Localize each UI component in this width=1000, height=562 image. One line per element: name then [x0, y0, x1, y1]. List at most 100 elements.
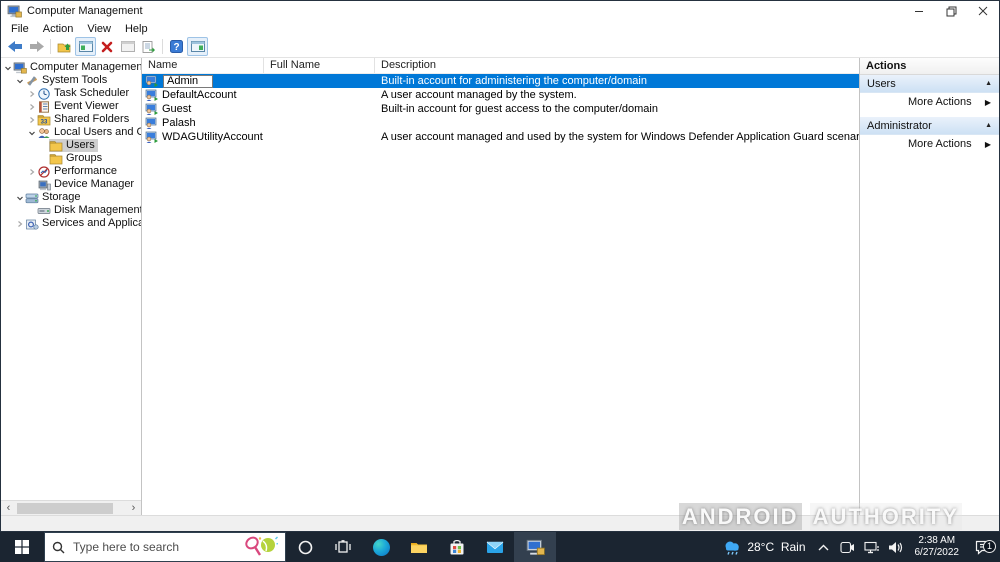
window-title: Computer Management	[27, 5, 143, 17]
tree-item-services-and-applications[interactable]: Services and Applications	[1, 217, 141, 230]
tree-item-performance[interactable]: Performance	[1, 165, 141, 178]
submenu-arrow-icon: ▶	[984, 97, 991, 107]
cortana-icon	[298, 540, 312, 554]
event-viewer-icon	[39, 100, 49, 113]
services-icon	[26, 219, 39, 230]
tree-item-local-users-and-groups[interactable]: Local Users and Groups	[1, 126, 141, 139]
tree-horizontal-scrollbar[interactable]: ‹ ›	[1, 500, 141, 515]
scroll-right-arrow[interactable]: ›	[126, 502, 141, 515]
window-controls	[903, 1, 999, 21]
cell-name: DefaultAccount	[162, 89, 237, 101]
collapse-arrow-icon[interactable]: ▲	[985, 122, 992, 129]
user-account-icon	[145, 131, 158, 143]
tree-item-computer-management[interactable]: Computer Management (Local)	[1, 61, 141, 74]
up-one-level-button[interactable]	[54, 37, 75, 56]
delete-button[interactable]	[96, 37, 117, 56]
properties-button[interactable]	[117, 37, 138, 56]
more-actions-administrator[interactable]: More Actions ▶	[860, 135, 999, 153]
menu-help[interactable]: Help	[118, 23, 155, 35]
task-view-button[interactable]	[324, 532, 362, 562]
tree-item-system-tools[interactable]: System Tools	[1, 74, 141, 87]
show-hidden-icons-button[interactable]	[812, 544, 836, 551]
menu-bar: File Action View Help	[1, 21, 999, 36]
taskbar-clock[interactable]: 2:38 AM 6/27/2022	[908, 535, 967, 559]
tree-item-task-scheduler[interactable]: Task Scheduler	[1, 87, 141, 100]
scroll-left-arrow[interactable]: ‹	[1, 502, 16, 515]
tree-item-device-manager[interactable]: Device Manager	[1, 178, 141, 191]
user-row-admin[interactable]: Admin Built-in account for administering…	[142, 74, 859, 88]
tree-item-shared-folders[interactable]: 33 Shared Folders	[1, 113, 141, 126]
user-row-palash[interactable]: Palash	[142, 116, 859, 130]
user-row-wdagutilityaccount[interactable]: WDAGUtilityAccount A user account manage…	[142, 130, 859, 144]
actions-section-administrator[interactable]: Administrator ▲	[860, 117, 999, 135]
rename-edit-box[interactable]: Admin	[163, 74, 214, 88]
mail-button[interactable]	[476, 532, 514, 562]
tree-item-disk-management[interactable]: Disk Management	[1, 204, 141, 217]
scrollbar-thumb[interactable]	[17, 502, 113, 514]
export-list-button[interactable]	[138, 37, 159, 56]
user-account-icon	[145, 117, 157, 129]
clock-time: 2:38 AM	[918, 535, 956, 546]
show-action-pane-button[interactable]	[187, 37, 208, 56]
user-row-defaultaccount[interactable]: DefaultAccount A user account managed by…	[142, 88, 859, 102]
cell-description: Built-in account for administering the c…	[381, 75, 647, 87]
screen: Computer Management File Action View Hel…	[0, 0, 1000, 562]
action-center-button[interactable]: 1	[966, 539, 1000, 555]
restore-button[interactable]	[935, 1, 967, 21]
folder-icon	[49, 140, 63, 151]
menu-file[interactable]: File	[4, 23, 36, 35]
cell-description: A user account managed by the system.	[381, 89, 577, 101]
column-header-description[interactable]: Description	[375, 58, 859, 73]
microsoft-store-button[interactable]	[438, 532, 476, 562]
cortana-button[interactable]	[286, 532, 324, 562]
folder-icon	[49, 153, 63, 164]
cell-description: A user account managed and used by the s…	[381, 131, 859, 143]
edge-button[interactable]	[362, 532, 400, 562]
forward-button[interactable]	[26, 37, 47, 56]
title-bar[interactable]: Computer Management	[1, 1, 999, 21]
computer-icon	[13, 62, 27, 73]
collapse-arrow-icon[interactable]: ▲	[985, 80, 992, 87]
network-icon[interactable]	[860, 541, 884, 554]
weather-status[interactable]: 28°C Rain	[747, 540, 805, 554]
task-view-icon	[335, 540, 351, 553]
notification-badge: 1	[983, 539, 996, 553]
help-button[interactable]: ?	[166, 37, 187, 56]
back-button[interactable]	[5, 37, 26, 56]
search-icon	[52, 541, 65, 553]
edge-icon	[372, 538, 390, 556]
task-scheduler-icon	[38, 87, 50, 100]
more-actions-users[interactable]: More Actions ▶	[860, 93, 999, 111]
toolbar-separator	[162, 39, 163, 54]
mail-icon	[486, 541, 504, 553]
search-doodle-icon[interactable]	[242, 536, 278, 558]
svg-text:?: ?	[173, 42, 179, 53]
taskbar-search[interactable]: Type here to search	[44, 532, 286, 562]
computer-management-taskbar-button[interactable]	[514, 532, 556, 562]
clock-date: 6/27/2022	[914, 547, 960, 558]
close-button[interactable]	[967, 1, 999, 21]
start-button[interactable]	[0, 532, 44, 562]
actions-section-users[interactable]: Users ▲	[860, 75, 999, 93]
meet-now-icon[interactable]	[836, 541, 860, 554]
computer-management-icon	[7, 5, 22, 17]
actions-pane-title: Actions	[860, 58, 999, 75]
tree-item-users[interactable]: Users	[1, 139, 141, 152]
cell-name: Palash	[162, 117, 196, 129]
tree-item-storage[interactable]: Storage	[1, 191, 141, 204]
tree-item-event-viewer[interactable]: Event Viewer	[1, 100, 141, 113]
menu-action[interactable]: Action	[36, 23, 81, 35]
show-console-tree-button[interactable]	[75, 37, 96, 56]
tree-item-groups[interactable]: Groups	[1, 152, 141, 165]
local-users-groups-icon	[38, 127, 50, 138]
menu-view[interactable]: View	[80, 23, 118, 35]
file-explorer-button[interactable]	[400, 532, 438, 562]
user-account-icon	[145, 89, 158, 101]
column-header-name[interactable]: Name	[142, 58, 264, 73]
weather-icon[interactable]	[722, 539, 742, 555]
minimize-button[interactable]	[903, 1, 935, 21]
toolbar-separator	[50, 39, 51, 54]
user-row-guest[interactable]: Guest Built-in account for guest access …	[142, 102, 859, 116]
volume-icon[interactable]	[884, 541, 908, 554]
column-header-full-name[interactable]: Full Name	[264, 58, 375, 73]
